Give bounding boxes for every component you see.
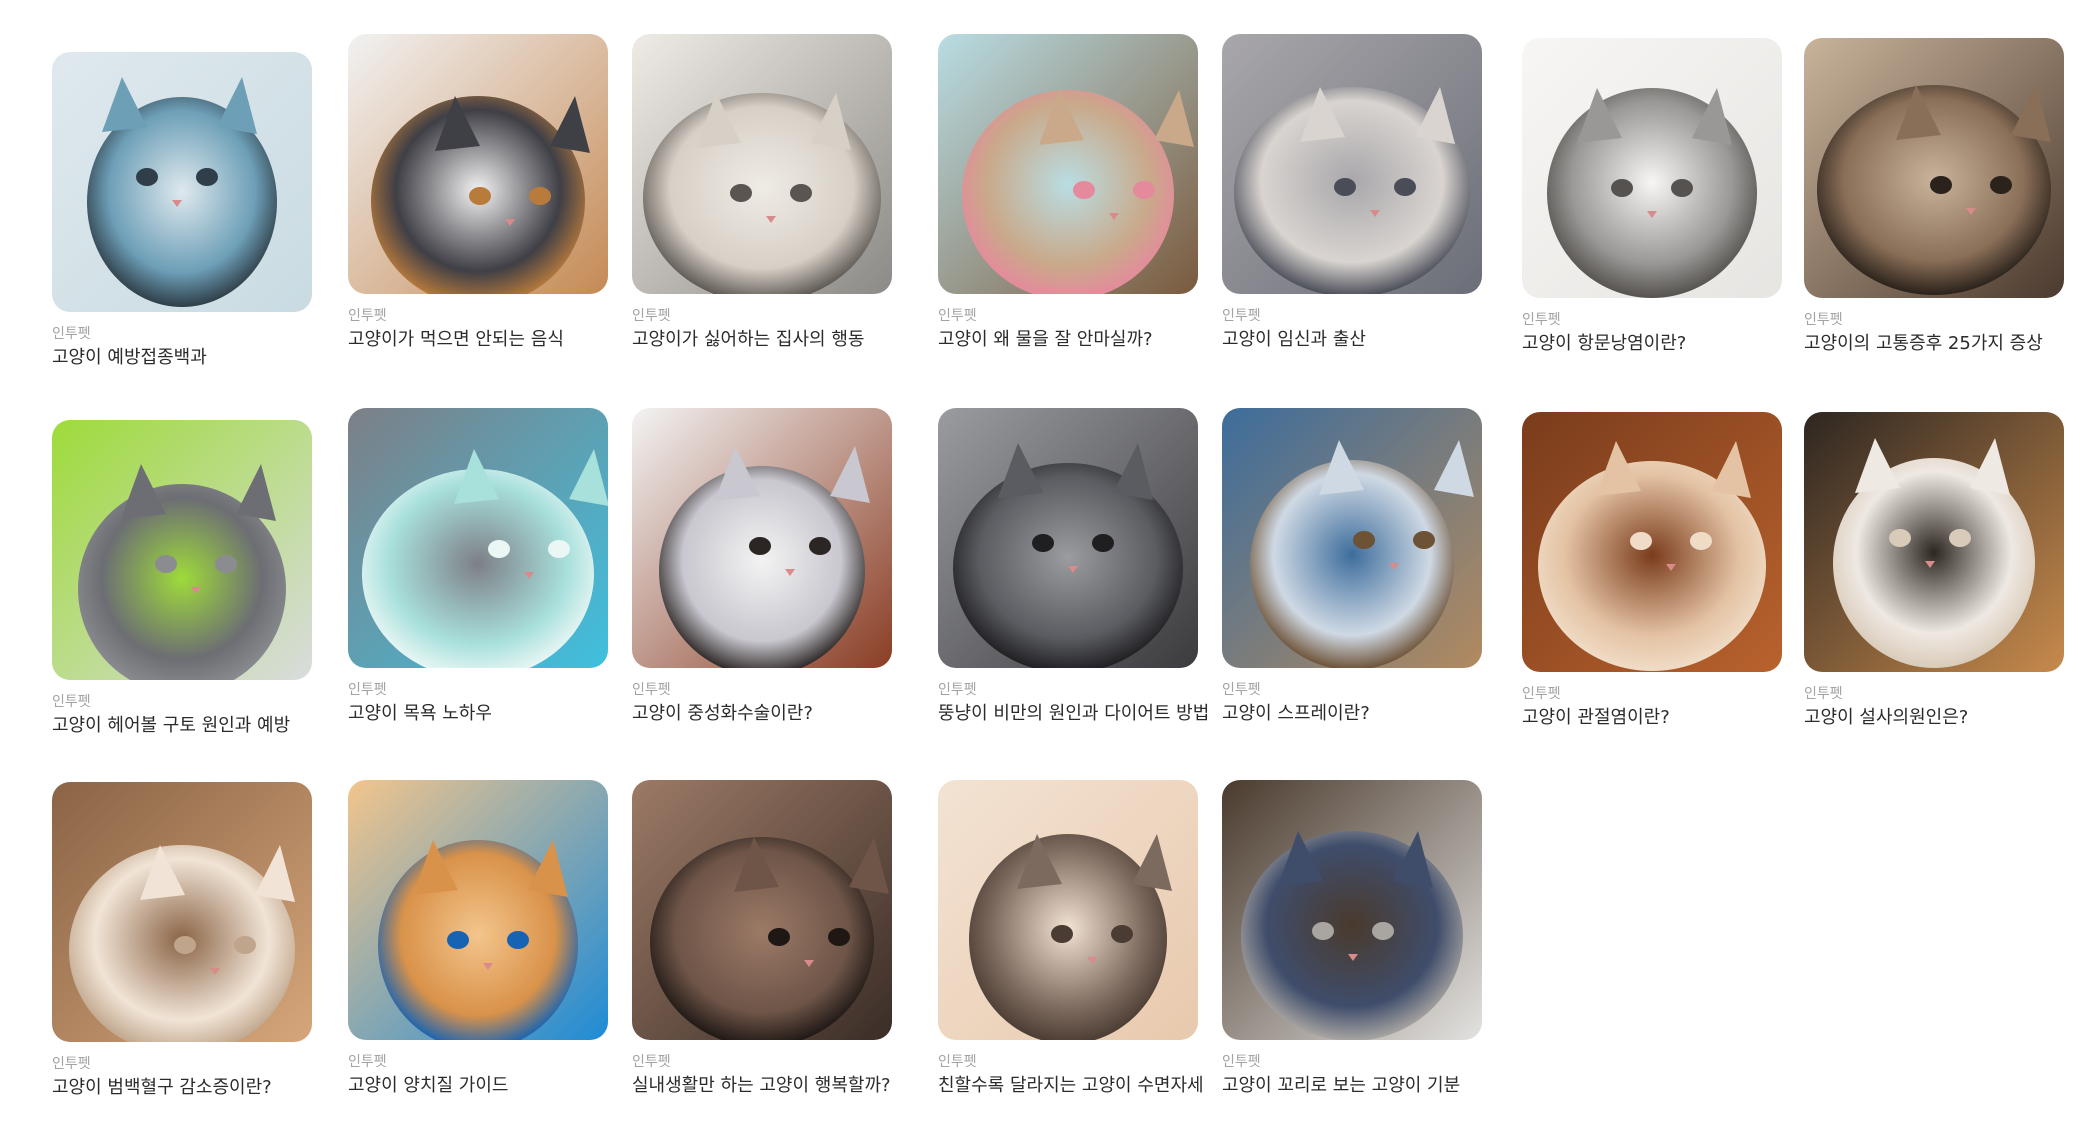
cat-tail-bag-photo[interactable] [1222, 780, 1482, 1040]
article-title[interactable]: 실내생활만 하는 고양이 행복할까? [632, 1073, 892, 1099]
vaccine-vials-photo[interactable] [52, 52, 312, 312]
article-source: 인투펫 [348, 1054, 387, 1070]
article-source: 인투펫 [348, 682, 387, 698]
article-source: 인투펫 [632, 682, 671, 698]
article-title[interactable]: 고양이 스프레이란? [1222, 701, 1482, 727]
article-card[interactable]: 인투펫고양이가 먹으면 안되는 음식 [348, 34, 608, 353]
article-source: 인투펫 [1804, 312, 1843, 328]
cat-towel-photo[interactable] [348, 408, 608, 668]
article-title[interactable]: 고양이가 싫어하는 집사의 행동 [632, 327, 892, 353]
article-title[interactable]: 고양이 왜 물을 잘 안마실까? [938, 327, 1198, 353]
article-source: 인투펫 [1222, 308, 1261, 324]
article-title[interactable]: 고양이 양치질 가이드 [348, 1073, 608, 1099]
article-title[interactable]: 고양이 설사의원인은? [1804, 705, 2064, 731]
white-cat-paw-photo[interactable] [1522, 38, 1782, 298]
article-card[interactable]: 인투펫고양이 왜 물을 잘 안마실까? [938, 34, 1198, 353]
article-card[interactable]: 인투펫고양이 양치질 가이드 [348, 780, 608, 1099]
grey-cat-dustpan-photo[interactable] [52, 420, 312, 680]
article-source: 인투펫 [1522, 686, 1561, 702]
article-title[interactable]: 고양이 목욕 노하우 [348, 701, 608, 727]
dark-cat-photo[interactable] [632, 780, 892, 1040]
article-source: 인투펫 [52, 694, 91, 710]
article-source: 인투펫 [1804, 686, 1843, 702]
article-source: 인투펫 [1222, 1054, 1261, 1070]
article-source: 인투펫 [632, 1054, 671, 1070]
article-source: 인투펫 [938, 682, 977, 698]
article-source: 인투펫 [632, 308, 671, 324]
article-source: 인투펫 [938, 308, 977, 324]
article-source: 인투펫 [938, 1054, 977, 1070]
article-card[interactable]: 인투펫고양이 임신과 출산 [1222, 34, 1482, 353]
article-card[interactable]: 인투펫고양이 항문낭염이란? [1522, 38, 1782, 357]
cat-drinking-water-photo[interactable] [938, 34, 1198, 294]
article-card[interactable]: 인투펫고양이 범백혈구 감소증이란? [52, 782, 312, 1101]
article-card[interactable]: 인투펫뚱냥이 비만의 원인과 다이어트 방법 [938, 408, 1209, 727]
article-card[interactable]: 인투펫실내생활만 하는 고양이 행복할까? [632, 780, 892, 1099]
cat-toothbrush-photo[interactable] [348, 780, 608, 1040]
article-card[interactable]: 인투펫고양이 중성화수술이란? [632, 408, 892, 727]
article-card[interactable]: 인투펫고양이 스프레이란? [1222, 408, 1482, 727]
article-title[interactable]: 고양이 범백혈구 감소증이란? [52, 1075, 312, 1101]
article-card[interactable]: 인투펫친할수록 달라지는 고양이 수면자세 [938, 780, 1204, 1099]
persian-cat-photo[interactable] [52, 782, 312, 1042]
article-card[interactable]: 인투펫고양이 관절염이란? [1522, 412, 1782, 731]
article-card[interactable]: 인투펫고양이 목욕 노하우 [348, 408, 608, 727]
article-card[interactable]: 인투펫고양이의 고통증후 25가지 증상 [1804, 38, 2064, 357]
kittens-photo[interactable] [1222, 34, 1482, 294]
article-title[interactable]: 고양이의 고통증후 25가지 증상 [1804, 331, 2064, 357]
article-title[interactable]: 고양이 항문낭염이란? [1522, 331, 1782, 357]
article-title[interactable]: 뚱냥이 비만의 원인과 다이어트 방법 [938, 701, 1209, 727]
surprised-cat-photo[interactable] [632, 34, 892, 294]
article-card[interactable]: 인투펫고양이 설사의원인은? [1804, 412, 2064, 731]
article-title[interactable]: 고양이 예방접종백과 [52, 345, 312, 371]
cat-cone-photo[interactable] [632, 408, 892, 668]
article-card[interactable]: 인투펫고양이 헤어볼 구토 원인과 예방 [52, 420, 312, 739]
article-source: 인투펫 [52, 1056, 91, 1072]
sleeping-kitten-photo[interactable] [938, 780, 1198, 1040]
article-title[interactable]: 고양이 임신과 출산 [1222, 327, 1482, 353]
tabby-cat-photo[interactable] [1804, 38, 2064, 298]
article-title[interactable]: 친할수록 달라지는 고양이 수면자세 [938, 1073, 1204, 1099]
cat-litter-photo[interactable] [1222, 408, 1482, 668]
article-title[interactable]: 고양이가 먹으면 안되는 음식 [348, 327, 608, 353]
orange-cat-stretch-photo[interactable] [1522, 412, 1782, 672]
article-title[interactable]: 고양이 헤어볼 구토 원인과 예방 [52, 713, 312, 739]
cat-burger-photo[interactable] [348, 34, 608, 294]
article-title[interactable]: 고양이 중성화수술이란? [632, 701, 892, 727]
fat-grey-cat-photo[interactable] [938, 408, 1198, 668]
article-card[interactable]: 인투펫고양이가 싫어하는 집사의 행동 [632, 34, 892, 353]
article-source: 인투펫 [1222, 682, 1261, 698]
article-card[interactable]: 인투펫고양이 예방접종백과 [52, 52, 312, 371]
article-title[interactable]: 고양이 꼬리로 보는 고양이 기분 [1222, 1073, 1482, 1099]
article-source: 인투펫 [52, 326, 91, 342]
article-source: 인투펫 [1522, 312, 1561, 328]
article-title[interactable]: 고양이 관절염이란? [1522, 705, 1782, 731]
article-card[interactable]: 인투펫고양이 꼬리로 보는 고양이 기분 [1222, 780, 1482, 1099]
cat-toilet-paper-photo[interactable] [1804, 412, 2064, 672]
article-source: 인투펫 [348, 308, 387, 324]
